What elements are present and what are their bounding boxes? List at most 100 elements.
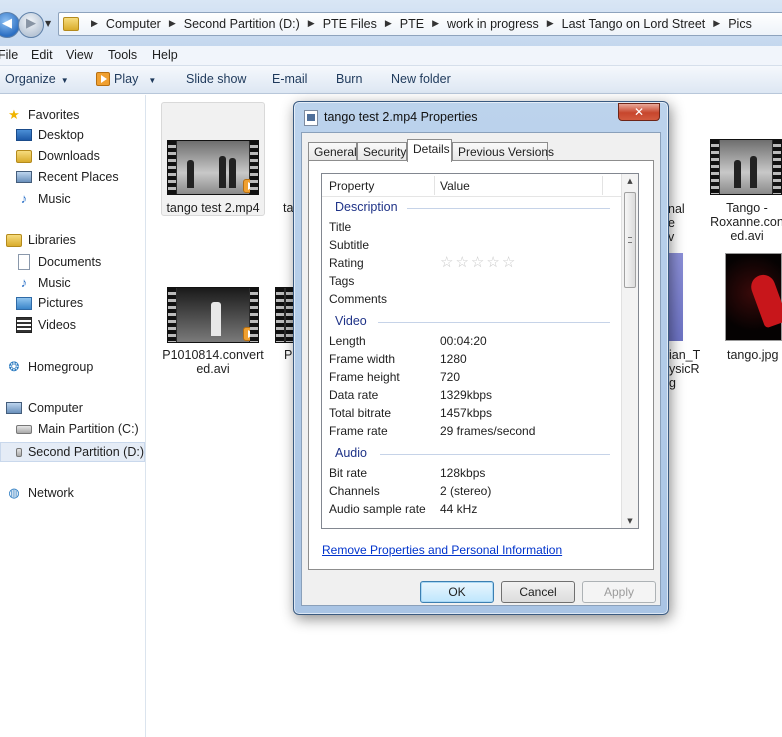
slideshow-button[interactable]: Slide show (186, 72, 246, 86)
menu-help[interactable]: Help (152, 48, 178, 62)
star-icon[interactable]: ☆ (471, 254, 484, 272)
chevron-right-icon[interactable]: ▶ (713, 19, 720, 29)
nav-music-favorite[interactable]: ♪ Music (16, 191, 71, 207)
property-row[interactable]: Total bitrate 1457kbps (322, 404, 622, 422)
menu-file[interactable]: File (0, 48, 18, 62)
remove-properties-link[interactable]: Remove Properties and Personal Informati… (322, 543, 562, 557)
nav-videos[interactable]: Videos (16, 317, 76, 333)
property-row[interactable]: Data rate 1329kbps (322, 386, 622, 404)
star-icon[interactable]: ☆ (502, 254, 515, 272)
image-thumbnail[interactable] (725, 253, 782, 341)
scroll-down-icon[interactable]: ▼ (622, 517, 638, 525)
nav-documents[interactable]: Documents (16, 254, 101, 270)
breadcrumb-pics[interactable]: Pics (728, 17, 752, 31)
video-thumbnail[interactable] (710, 139, 782, 195)
new-folder-button[interactable]: New folder (391, 72, 451, 86)
star-icon[interactable]: ☆ (486, 254, 499, 272)
property-value[interactable]: 1329kbps (440, 388, 492, 402)
breadcrumb[interactable]: ▶ Computer ▶ Second Partition (D:) ▶ PTE… (58, 12, 782, 36)
chevron-right-icon[interactable]: ▶ (169, 19, 176, 29)
file-label-partial[interactable]: ysicR (669, 362, 700, 376)
nav-second-partition[interactable]: Second Partition (D:) (0, 442, 145, 462)
property-row[interactable]: Channels 2 (stereo) (322, 482, 622, 500)
chevron-right-icon[interactable]: ▶ (91, 19, 98, 29)
email-button[interactable]: E-mail (272, 72, 307, 86)
nav-recent-places[interactable]: Recent Places (16, 170, 119, 184)
property-row[interactable]: Frame height 720 (322, 368, 622, 386)
rating-stars[interactable]: ☆ ☆ ☆ ☆ ☆ (440, 254, 517, 272)
tab-previous-versions[interactable]: Previous Versions (452, 142, 554, 161)
star-icon[interactable]: ☆ (455, 254, 468, 272)
recent-pages-dropdown-icon[interactable]: ▼ (45, 19, 51, 28)
file-label[interactable]: tango.jpg (727, 348, 782, 362)
property-row[interactable]: Audio sample rate 44 kHz (322, 500, 622, 518)
file-label[interactable]: Tango - Roxanne.con ed.avi (707, 201, 782, 243)
property-row[interactable]: Title (322, 218, 622, 236)
property-value[interactable]: 29 frames/second (440, 424, 535, 438)
property-row[interactable]: Comments (322, 290, 622, 308)
property-value[interactable]: 720 (440, 370, 460, 384)
vertical-scrollbar[interactable]: ▲ ▼ (621, 174, 638, 528)
nav-music[interactable]: ♪ Music (16, 275, 71, 291)
scroll-thumb[interactable] (624, 192, 636, 288)
property-row[interactable]: Frame rate 29 frames/second (322, 422, 622, 440)
back-button[interactable]: ◀ (0, 12, 20, 38)
column-divider[interactable] (602, 176, 603, 195)
nav-desktop[interactable]: Desktop (16, 128, 84, 142)
menu-edit[interactable]: Edit (31, 48, 53, 62)
property-value[interactable]: 128kbps (440, 466, 485, 480)
property-row[interactable]: Length 00:04:20 (322, 332, 622, 350)
chevron-right-icon[interactable]: ▶ (308, 19, 315, 29)
nav-favorites[interactable]: ★ Favorites (6, 107, 79, 123)
file-label-partial[interactable]: nal (668, 202, 685, 216)
nav-main-partition[interactable]: Main Partition (C:) (16, 422, 139, 436)
property-value[interactable]: 1280 (440, 352, 467, 366)
property-row[interactable]: Tags (322, 272, 622, 290)
property-value[interactable]: 00:04:20 (440, 334, 487, 348)
file-label[interactable]: tango test 2.mp4 (161, 201, 265, 215)
chevron-right-icon[interactable]: ▶ (432, 19, 439, 29)
file-label-partial[interactable]: g (669, 376, 676, 390)
nav-pictures[interactable]: Pictures (16, 296, 83, 310)
file-label[interactable]: P1010814.convert ed.avi (161, 348, 265, 376)
nav-homegroup[interactable]: ❂ Homegroup (6, 359, 94, 375)
property-row[interactable]: Frame width 1280 (322, 350, 622, 368)
forward-button[interactable]: ▶ (18, 12, 44, 38)
column-divider[interactable] (434, 176, 435, 195)
nav-network[interactable]: ◍ Network (6, 485, 74, 501)
file-label-partial[interactable]: P (284, 348, 292, 362)
nav-computer[interactable]: Computer (6, 401, 83, 415)
ok-button[interactable]: OK (420, 581, 494, 603)
organize-button[interactable]: Organize ▼ (5, 72, 69, 86)
menu-tools[interactable]: Tools (108, 48, 137, 62)
chevron-right-icon[interactable]: ▶ (385, 19, 392, 29)
file-label-partial[interactable]: ian_T (669, 348, 700, 362)
tab-security[interactable]: Security (357, 142, 407, 161)
burn-button[interactable]: Burn (336, 72, 362, 86)
cancel-button[interactable]: Cancel (501, 581, 575, 603)
scroll-up-icon[interactable]: ▲ (622, 177, 638, 185)
property-value[interactable]: 1457kbps (440, 406, 492, 420)
menu-view[interactable]: View (66, 48, 93, 62)
property-row[interactable]: Subtitle (322, 236, 622, 254)
property-value[interactable]: 2 (stereo) (440, 484, 491, 498)
image-thumbnail-partial[interactable] (669, 253, 683, 341)
chevron-right-icon[interactable]: ▶ (547, 19, 554, 29)
file-label-partial[interactable]: ta (283, 201, 293, 215)
apply-button[interactable]: Apply (582, 581, 656, 603)
nav-libraries[interactable]: Libraries (6, 233, 76, 247)
video-thumbnail[interactable] (167, 287, 259, 343)
close-button[interactable]: ✕ (618, 103, 660, 121)
breadcrumb-pte[interactable]: PTE (400, 17, 424, 31)
star-icon[interactable]: ☆ (440, 254, 453, 272)
video-thumbnail-partial[interactable] (275, 287, 295, 343)
property-value[interactable]: 44 kHz (440, 502, 477, 516)
breadcrumb-computer[interactable]: Computer (106, 17, 161, 31)
play-button[interactable]: Play ▼ (96, 72, 156, 86)
nav-downloads[interactable]: Downloads (16, 149, 100, 163)
video-thumbnail[interactable] (167, 140, 259, 195)
file-label-partial[interactable]: e (668, 216, 675, 230)
breadcrumb-work-in-progress[interactable]: work in progress (447, 17, 539, 31)
column-property[interactable]: Property (329, 179, 374, 193)
breadcrumb-pte-files[interactable]: PTE Files (323, 17, 377, 31)
